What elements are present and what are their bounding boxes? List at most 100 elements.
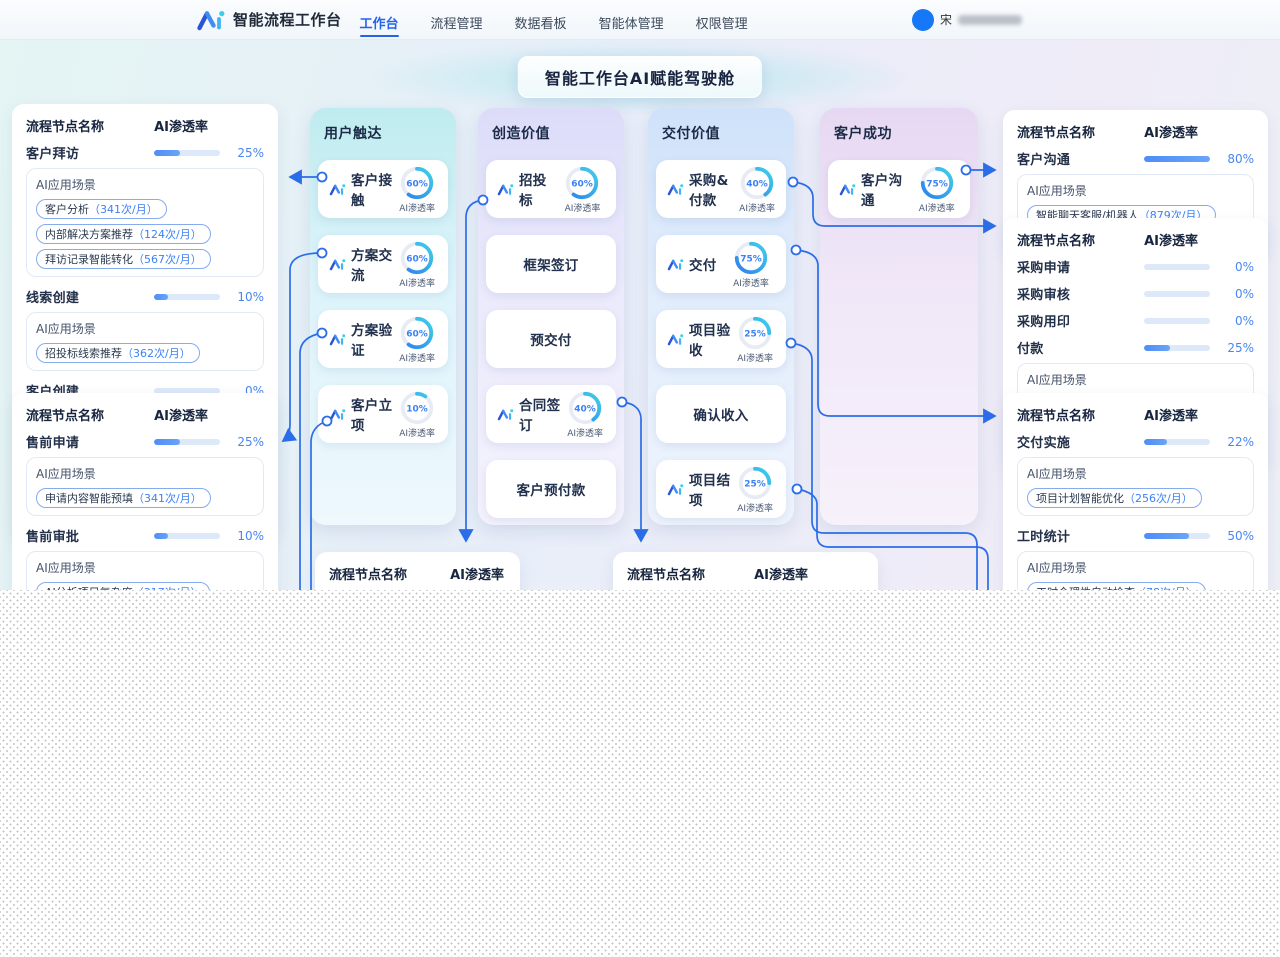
page-title: 智能工作台AI赋能驾驶舱 [518, 56, 762, 98]
process-stage-card[interactable]: 采购&付款40%AI渗透率 [656, 160, 786, 218]
process-node-row: 客户沟通80% [1017, 149, 1254, 168]
penetration-gauge-label: AI渗透率 [919, 201, 955, 214]
penetration-progress-bar [154, 294, 220, 300]
penetration-gauge-label: AI渗透率 [399, 201, 435, 214]
process-stage-card[interactable]: 合同签订40%AI渗透率 [486, 385, 616, 443]
tab-1[interactable]: 工作台 [360, 3, 399, 37]
ai-logo-icon [329, 258, 346, 271]
tab-label: 智能体管理 [599, 13, 664, 35]
user-avatar[interactable] [912, 9, 934, 31]
penetration-gauge-label: AI渗透率 [567, 426, 603, 439]
ai-scenario-box: AI应用场景项目计划智能优化（256次/月） [1017, 457, 1254, 516]
process-node-name: 采购用印 [1017, 311, 1144, 330]
process-node-row: 客户拜访25% [26, 143, 264, 162]
workbench-page: 智能流程工作台 工作台流程管理数据看板智能体管理权限管理 宋 智能工作台AI赋能… [0, 0, 1280, 957]
ai-penetration-column-header: AI渗透率 [754, 564, 808, 583]
ai-logo-icon [839, 183, 856, 196]
penetration-progress-fill [1144, 533, 1189, 539]
tab-4[interactable]: 智能体管理 [599, 3, 664, 37]
ai-scenario-label: AI应用场景 [36, 176, 254, 193]
stage-card-name: 客户预付款 [517, 479, 586, 499]
stage-card-name: 客户立项 [329, 394, 394, 434]
penetration-gauge-label: AI渗透率 [565, 201, 601, 214]
process-node-name: 售前申请 [26, 432, 154, 451]
svg-text:60%: 60% [406, 179, 428, 189]
ai-scenario-label: AI应用场景 [1027, 182, 1244, 199]
process-stage-card[interactable]: 框架签订 [486, 235, 616, 293]
process-stage-card[interactable]: 方案验证60%AI渗透率 [318, 310, 448, 368]
penetration-percent: 25% [228, 146, 264, 160]
tab-5[interactable]: 权限管理 [696, 3, 748, 37]
process-stage-card[interactable]: 交付75%AI渗透率 [656, 235, 786, 293]
ai-penetration-column-header: AI渗透率 [1144, 405, 1198, 424]
column-title: 用户触达 [318, 118, 448, 143]
penetration-gauge: 60%AI渗透率 [557, 164, 608, 214]
penetration-gauge-ring: 25% [736, 314, 774, 352]
svg-text:60%: 60% [406, 254, 428, 264]
penetration-gauge: 75%AI渗透率 [724, 239, 778, 289]
process-node-row: 售前申请25% [26, 432, 264, 451]
process-stage-card[interactable]: 项目验收25%AI渗透率 [656, 310, 786, 368]
penetration-gauge-ring: 75% [732, 239, 770, 277]
panel-header: 流程节点名称AI渗透率 [26, 405, 264, 424]
ai-logo-icon [329, 333, 346, 346]
node-name-column-header: 流程节点名称 [1017, 405, 1095, 424]
penetration-percent: 50% [1218, 529, 1254, 543]
panel-header: 流程节点名称AI渗透率 [1017, 230, 1254, 249]
process-node-name: 采购审核 [1017, 284, 1144, 303]
panel-header: 流程节点名称 AI渗透率 [1017, 405, 1254, 424]
node-name-column-header: 流程节点名称 [1017, 122, 1095, 141]
tab-2[interactable]: 流程管理 [431, 3, 483, 37]
process-stage-card[interactable]: 招投标60%AI渗透率 [486, 160, 616, 218]
penetration-gauge-label: AI渗透率 [399, 276, 435, 289]
process-stage-card[interactable]: 客户接触60%AI渗透率 [318, 160, 448, 218]
svg-text:10%: 10% [406, 404, 428, 414]
process-stage-card[interactable]: 项目结项25%AI渗透率 [656, 460, 786, 518]
ai-logo-icon [667, 333, 684, 346]
column-deliver-value: 交付价值采购&付款40%AI渗透率交付75%AI渗透率项目验收25%AI渗透率确… [648, 108, 794, 525]
process-stage-card[interactable]: 方案交流60%AI渗透率 [318, 235, 448, 293]
ai-scenario-count: （362次/月） [122, 347, 191, 360]
ai-logo-icon [497, 183, 514, 196]
penetration-gauge-label: AI渗透率 [737, 351, 773, 364]
penetration-percent: 10% [228, 290, 264, 304]
stage-card-name: 客户沟通 [839, 169, 911, 209]
stage-card-name: 合同签订 [497, 394, 562, 434]
process-stage-card[interactable]: 客户预付款 [486, 460, 616, 518]
ai-scenario-chips: 客户分析（341次/月）内部解决方案推荐（124次/月）拜访记录智能转化（567… [36, 199, 254, 269]
panel-header: 流程节点名称AI渗透率 [329, 564, 506, 583]
process-node-row: 交付实施22% [1017, 432, 1254, 451]
penetration-gauge-ring: 40% [566, 389, 604, 427]
penetration-percent: 0% [1218, 314, 1254, 328]
ai-scenario-label: AI应用场景 [36, 559, 254, 576]
nav-tabs: 工作台流程管理数据看板 智能体管理 权限管理 [360, 3, 748, 37]
tab-active-underline [360, 35, 399, 37]
penetration-progress-bar [154, 439, 220, 445]
process-stage-card[interactable]: 预交付 [486, 310, 616, 368]
svg-text:25%: 25% [744, 479, 766, 489]
panel-header: 流程节点名称AI渗透率 [1017, 122, 1254, 141]
penetration-progress-bar [1144, 439, 1210, 445]
user-area[interactable]: 宋 [912, 9, 1022, 31]
penetration-gauge: 25%AI渗透率 [732, 464, 778, 514]
ai-penetration-column-header: AI渗透率 [154, 405, 208, 424]
penetration-gauge: 25%AI渗透率 [732, 314, 778, 364]
process-stage-card[interactable]: 确认收入 [656, 385, 786, 443]
penetration-gauge: 60% AI渗透率 [394, 239, 440, 289]
penetration-progress-fill [1144, 439, 1167, 445]
ai-scenario-chip: 拜访记录智能转化（567次/月） [36, 249, 211, 269]
process-stage-card[interactable]: 客户立项10%AI渗透率 [318, 385, 448, 443]
stage-card-name: 采购&付款 [667, 169, 736, 209]
ai-penetration-column-header: AI渗透率 [1144, 230, 1198, 249]
ai-scenario-label: AI应用场景 [36, 465, 254, 482]
ai-logo-icon [329, 408, 346, 421]
penetration-progress-fill [1144, 156, 1210, 162]
process-stage-card[interactable]: 客户沟通75%AI渗透率 [828, 160, 970, 218]
svg-text:40%: 40% [746, 179, 768, 189]
node-name-column-header: 流程节点名称 [329, 564, 407, 583]
penetration-gauge-ring: 10% [398, 389, 436, 427]
tab-active-underline [515, 35, 567, 37]
tab-3[interactable]: 数据看板 [515, 3, 567, 37]
penetration-gauge-ring: 40% [738, 164, 776, 202]
penetration-gauge: 40%AI渗透率 [562, 389, 608, 439]
